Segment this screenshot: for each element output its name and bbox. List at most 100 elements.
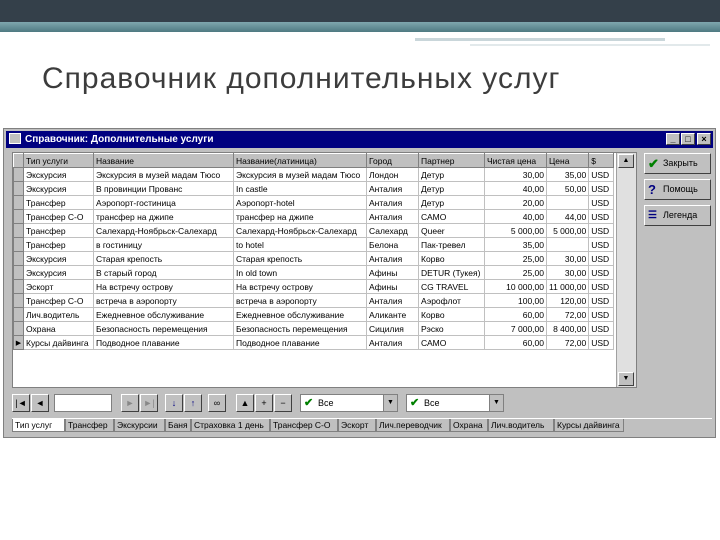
- binoculars-icon[interactable]: ∞: [208, 394, 226, 412]
- cell-price[interactable]: [545, 195, 590, 210]
- column-header[interactable]: Название: [93, 153, 234, 168]
- move-up-button[interactable]: ▲: [236, 394, 254, 412]
- row-indicator[interactable]: [13, 181, 24, 196]
- cell-price[interactable]: 120,00: [545, 293, 590, 308]
- cell-name[interactable]: встреча в аэропорту: [93, 293, 234, 308]
- cell-net-price[interactable]: 7 000,00: [484, 321, 547, 336]
- cell-partner[interactable]: Аэрофлот: [418, 293, 485, 308]
- cell-name-latin[interactable]: Салехард-Ноябрьск-Салехард: [233, 223, 367, 238]
- column-header[interactable]: Город: [366, 153, 419, 168]
- cell-price[interactable]: 44,00: [545, 209, 590, 224]
- cell-name[interactable]: Салехард-Ноябрьск-Салехард: [93, 223, 234, 238]
- table-row[interactable]: Трансфер С-О встреча в аэропорту встреча в…: [13, 293, 615, 308]
- cell-price[interactable]: [545, 237, 590, 252]
- cell-name[interactable]: трансфер на джипе: [93, 209, 234, 224]
- close-button[interactable]: ✔ Закрыть: [644, 153, 711, 174]
- cell-currency[interactable]: USD: [588, 307, 615, 322]
- cell-city[interactable]: Анталия: [366, 335, 419, 350]
- tab-escort[interactable]: Эскорт: [338, 419, 376, 432]
- cell-net-price[interactable]: 30,00: [484, 167, 547, 182]
- cell-city[interactable]: Салехард: [366, 223, 419, 238]
- cell-name-latin[interactable]: In old town: [233, 265, 367, 280]
- tab-insurance[interactable]: Страховка 1 день: [191, 419, 270, 432]
- cell-net-price[interactable]: 25,00: [484, 265, 547, 280]
- table-row[interactable]: Экскурсия Экскурсия в музей мадам Тюсо Экс…: [13, 167, 615, 182]
- cell-type[interactable]: Экскурсия: [23, 181, 94, 196]
- cell-partner[interactable]: Корво: [418, 307, 485, 322]
- table-row[interactable]: Лич.водитель Ежедневное обслуживание Ежедн…: [13, 307, 615, 322]
- maximize-button[interactable]: □: [681, 133, 695, 145]
- table-row[interactable]: Трансфер Аэропорт-гостиница Аэропорт-hotel…: [13, 195, 615, 210]
- help-button[interactable]: ? Помощь: [644, 179, 711, 200]
- table-row[interactable]: Экскурсия В провинции Прованс In castle Ант…: [13, 181, 615, 196]
- cell-name-latin[interactable]: трансфер на джипе: [233, 209, 367, 224]
- cell-partner[interactable]: САМО: [418, 335, 485, 350]
- cell-currency[interactable]: USD: [588, 335, 615, 350]
- filter-dropdown-2[interactable]: ✔ Все ▼: [406, 394, 504, 412]
- cell-city[interactable]: Белона: [366, 237, 419, 252]
- cell-city[interactable]: Анталия: [366, 195, 419, 210]
- cell-name[interactable]: Экскурсия в музей мадам Тюсо: [93, 167, 234, 182]
- cell-city[interactable]: Аликанте: [366, 307, 419, 322]
- cell-name-latin[interactable]: Ежедневное обслуживание: [233, 307, 367, 322]
- cell-partner[interactable]: DETUR (Тукея): [418, 265, 485, 280]
- tab-security[interactable]: Охрана: [450, 419, 488, 432]
- cell-city[interactable]: Лондон: [366, 167, 419, 182]
- cell-name[interactable]: в гостиницу: [93, 237, 234, 252]
- cell-type[interactable]: Курсы дайвинга: [23, 335, 94, 350]
- row-indicator[interactable]: [13, 209, 24, 224]
- cell-type[interactable]: Трансфер: [23, 237, 94, 252]
- last-record-button[interactable]: ►|: [140, 394, 158, 412]
- cell-city[interactable]: Анталия: [366, 251, 419, 266]
- column-header[interactable]: $: [588, 153, 615, 168]
- cell-name-latin[interactable]: встреча в аэропорту: [233, 293, 367, 308]
- cell-price[interactable]: 8 400,00: [545, 321, 590, 336]
- row-indicator[interactable]: [13, 293, 24, 308]
- cell-price[interactable]: 11 000,00: [545, 279, 590, 294]
- cell-currency[interactable]: USD: [588, 223, 615, 238]
- cell-name[interactable]: В старый город: [93, 265, 234, 280]
- cell-type[interactable]: Трансфер С-О: [23, 209, 94, 224]
- cell-partner[interactable]: Пак-тревел: [418, 237, 485, 252]
- cell-price[interactable]: 30,00: [545, 251, 590, 266]
- column-header[interactable]: Тип услуги: [23, 153, 94, 168]
- cell-city[interactable]: Анталия: [366, 209, 419, 224]
- cell-name-latin[interactable]: to hotel: [233, 237, 367, 252]
- tab-diving-courses[interactable]: Курсы дайвинга: [554, 419, 624, 432]
- cell-currency[interactable]: USD: [588, 167, 615, 182]
- window-titlebar[interactable]: Справочник: Дополнительные услуги _ □ ×: [6, 131, 713, 148]
- minimize-button[interactable]: _: [666, 133, 680, 145]
- tab-transfer[interactable]: Трансфер: [65, 419, 114, 432]
- prev-record-button[interactable]: ◄: [31, 394, 49, 412]
- tab-service-types[interactable]: Тип услуг: [12, 419, 65, 432]
- row-indicator[interactable]: [13, 167, 24, 182]
- table-row[interactable]: Трансфер С-О трансфер на джипе трансфер на…: [13, 209, 615, 224]
- cell-name-latin[interactable]: Аэропорт-hotel: [233, 195, 367, 210]
- cell-name[interactable]: Старая крепость: [93, 251, 234, 266]
- row-indicator[interactable]: [13, 321, 24, 336]
- cell-price[interactable]: 30,00: [545, 265, 590, 280]
- cell-currency[interactable]: USD: [588, 279, 615, 294]
- row-indicator[interactable]: [13, 251, 24, 266]
- cell-currency[interactable]: USD: [588, 251, 615, 266]
- cell-net-price[interactable]: 20,00: [484, 195, 547, 210]
- next-record-button[interactable]: ►: [121, 394, 139, 412]
- cell-partner[interactable]: Рэско: [418, 321, 485, 336]
- tab-bath[interactable]: Баня: [165, 419, 191, 432]
- tab-personal-driver[interactable]: Лич.водитель: [488, 419, 554, 432]
- vertical-scrollbar[interactable]: ▲ ▼: [616, 153, 636, 387]
- cell-currency[interactable]: USD: [588, 321, 615, 336]
- sort-asc-icon[interactable]: ↓: [165, 394, 183, 412]
- cell-net-price[interactable]: 40,00: [484, 209, 547, 224]
- cell-partner[interactable]: САМО: [418, 209, 485, 224]
- table-row[interactable]: ▶ Курсы дайвинга Подводное плавание Подводн…: [13, 335, 615, 350]
- row-indicator[interactable]: [13, 223, 24, 238]
- tab-excursions[interactable]: Экскурсии: [114, 419, 165, 432]
- cell-name-latin[interactable]: In castle: [233, 181, 367, 196]
- row-indicator[interactable]: ▶: [13, 335, 24, 350]
- cell-price[interactable]: 72,00: [545, 335, 590, 350]
- cell-currency[interactable]: USD: [588, 181, 615, 196]
- cell-type[interactable]: Трансфер: [23, 195, 94, 210]
- cell-price[interactable]: 5 000,00: [545, 223, 590, 238]
- cell-type[interactable]: Трансфер С-О: [23, 293, 94, 308]
